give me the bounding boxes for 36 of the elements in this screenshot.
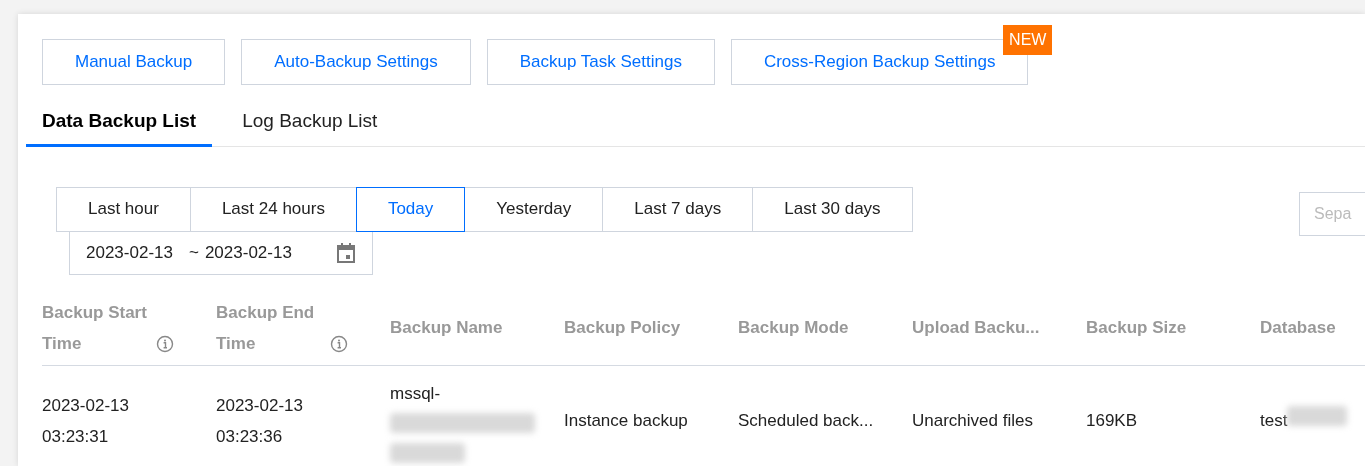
range-separator: ~ — [188, 241, 199, 264]
time-range-option[interactable]: Today — [355, 186, 466, 232]
column-header: Backup Name — [390, 317, 503, 339]
search-field[interactable]: Sepa — [1299, 191, 1365, 236]
date-range-field[interactable]: 2023-02-13 ~ 2023-02-13 — [69, 230, 373, 275]
info-icon[interactable] — [156, 334, 174, 353]
table-cell-text: Scheduled back... — [738, 410, 874, 432]
table-cell-text: mssql- — [390, 383, 441, 405]
time-range-option[interactable]: Last hour — [56, 186, 191, 232]
table-cell-text: 2023-02-13 03:23:31 — [42, 394, 129, 448]
tab[interactable]: Log Backup List — [226, 107, 394, 147]
new-badge: NEW — [1003, 25, 1053, 55]
time-range-option[interactable]: Last 7 days — [602, 186, 754, 232]
redaction-blur — [1287, 406, 1348, 426]
column-header: Backup Start Time — [42, 301, 148, 355]
column-header: Backup Mode — [738, 317, 849, 339]
column-header: Backup Policy — [564, 317, 681, 339]
calendar-icon[interactable] — [336, 241, 356, 264]
action-button[interactable]: Manual Backup — [42, 39, 226, 85]
table-cell-text: test — [1260, 410, 1288, 432]
action-button[interactable]: Backup Task Settings — [486, 39, 715, 85]
table-cell-text: 2023-02-13 03:23:36 — [216, 394, 303, 448]
start-date: 2023-02-13 — [86, 241, 173, 264]
table-cell-text: Instance backup — [564, 410, 688, 432]
info-icon[interactable] — [330, 334, 348, 353]
time-range-option[interactable]: Last 30 days — [752, 186, 913, 232]
time-range-option[interactable]: Yesterday — [464, 186, 604, 232]
table-cell-text: Unarchived files — [912, 410, 1033, 432]
table-cell-text: 169KB — [1086, 410, 1138, 432]
column-header: Upload Backu... — [912, 317, 1040, 339]
column-header: Database — [1260, 317, 1336, 339]
column-header: Backup End Time — [216, 301, 316, 355]
action-button[interactable]: Auto-Backup Settings — [241, 39, 471, 85]
column-header: Backup Size — [1086, 317, 1187, 339]
end-date: 2023-02-13 — [204, 241, 292, 264]
tab[interactable]: Data Backup List — [26, 107, 213, 147]
